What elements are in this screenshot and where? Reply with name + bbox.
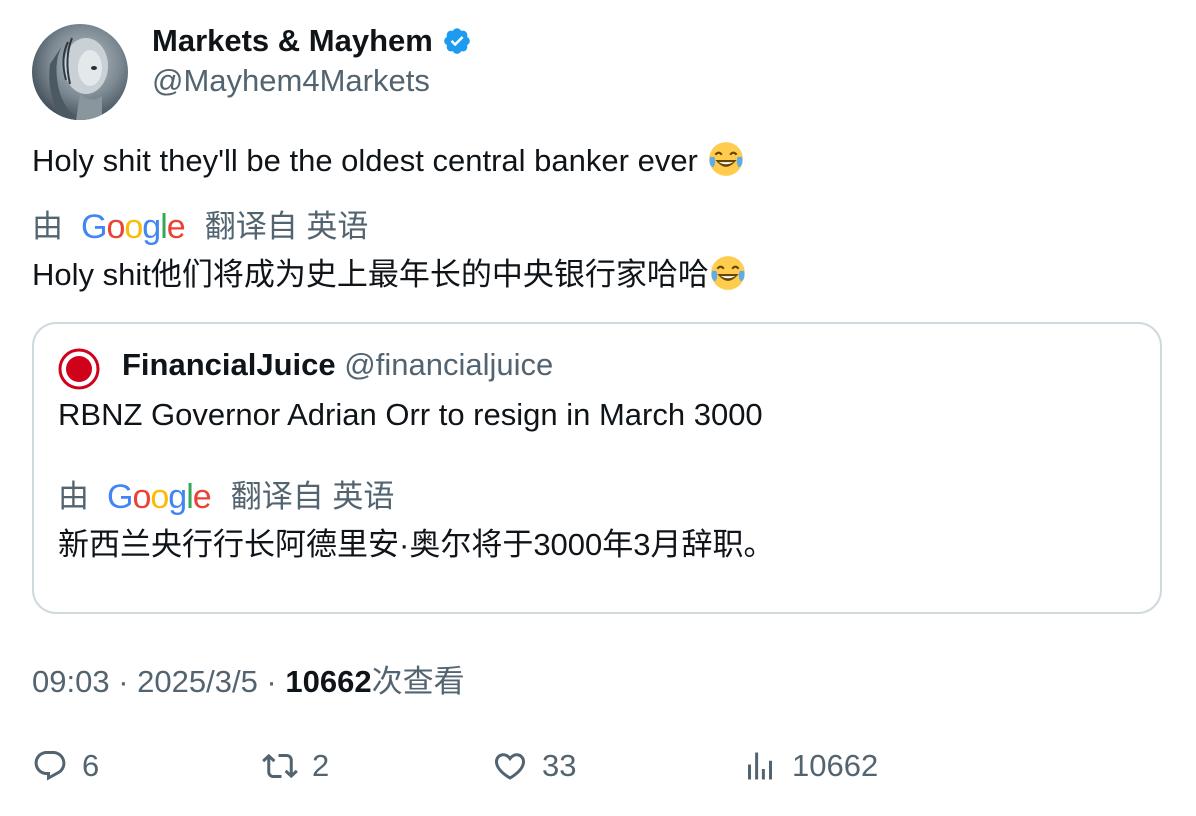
analytics-bar-icon	[748, 752, 772, 780]
author-display-name[interactable]: Markets & Mayhem	[152, 22, 433, 60]
reply-button[interactable]: 6	[32, 748, 99, 784]
heart-icon	[494, 753, 526, 780]
retweet-button[interactable]: 2	[262, 748, 329, 784]
retweet-count: 2	[312, 748, 330, 783]
reply-icon	[34, 751, 66, 781]
robot-avatar-icon	[49, 37, 108, 120]
retweet-icon	[262, 753, 298, 779]
tweet-text-content: Holy shit they'll be the oldest central …	[32, 143, 698, 178]
quote-display-name[interactable]: FinancialJuice	[122, 347, 336, 382]
quote-translation-attribution[interactable]: 由 Google 翻译自 英语	[58, 478, 394, 516]
verified-badge-icon	[444, 28, 470, 54]
views-button[interactable]: 10662	[742, 748, 878, 784]
translation-prefix: 由	[58, 479, 89, 514]
author-name-row[interactable]: Markets & Mayhem	[152, 22, 472, 60]
author-handle[interactable]: @Mayhem4Markets	[152, 62, 430, 100]
tweet-text: Holy shit they'll be the oldest central …	[32, 140, 745, 182]
tweet-date[interactable]: 2025/3/5	[137, 664, 258, 699]
translation-suffix: 翻译自 英语	[204, 209, 369, 244]
quote-text: RBNZ Governor Adrian Orr to resign in Ma…	[58, 397, 763, 432]
translation-attribution[interactable]: 由 Google 翻译自 英语	[32, 208, 368, 246]
like-button[interactable]: 33	[492, 748, 576, 784]
tears-of-joy-emoji-icon	[708, 142, 743, 176]
quote-handle[interactable]: @financialjuice	[344, 347, 553, 382]
quote-author-row[interactable]: FinancialJuice @financialjuice	[122, 344, 553, 386]
financialjuice-avatar-icon[interactable]	[58, 348, 100, 390]
google-logo: Google	[81, 208, 186, 246]
translation-prefix: 由	[32, 209, 63, 244]
author-avatar[interactable]	[32, 24, 128, 120]
quote-translated-text: 新西兰央行行长阿德里安·奥尔将于3000年3月辞职。	[58, 527, 775, 562]
translated-text-content: Holy shit他们将成为史上最年长的中央银行家哈哈	[32, 257, 709, 292]
translation-suffix: 翻译自 英语	[230, 479, 395, 514]
google-logo: Google	[107, 478, 212, 516]
translated-text: Holy shit他们将成为史上最年长的中央银行家哈哈	[32, 254, 747, 296]
tears-of-joy-emoji-icon	[710, 256, 745, 290]
like-count: 33	[542, 748, 577, 783]
tweet-meta: 09:03 · 2025/3/5 · 10662次查看	[32, 664, 465, 699]
views-action-count: 10662	[792, 748, 879, 783]
views-label: 次查看	[371, 664, 465, 699]
tweet-time[interactable]: 09:03	[32, 664, 110, 699]
reply-count: 6	[82, 748, 100, 783]
quote-tweet-card[interactable]: FinancialJuice @financialjuice RBNZ Gove…	[32, 322, 1162, 614]
views-count: 10662	[285, 664, 372, 699]
